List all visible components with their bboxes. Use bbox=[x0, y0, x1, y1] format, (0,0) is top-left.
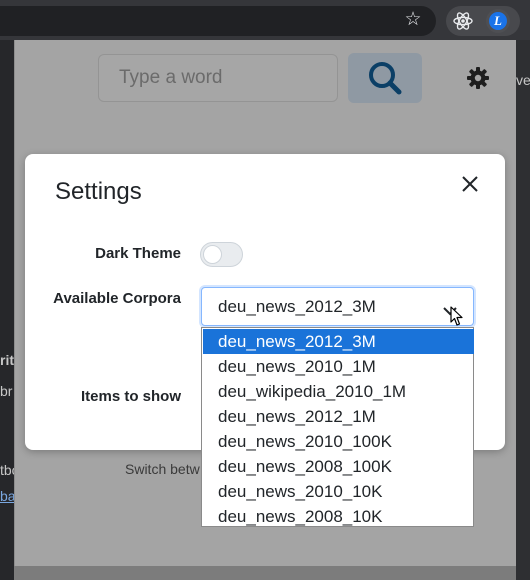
corpora-dropdown-list: deu_news_2012_3M deu_news_2010_1M deu_wi… bbox=[201, 327, 474, 527]
dropdown-option[interactable]: deu_wikipedia_2010_1M bbox=[203, 379, 474, 404]
search-input[interactable]: Type a word bbox=[98, 54, 338, 102]
leo-extension-icon[interactable]: L bbox=[486, 9, 510, 33]
mouse-cursor-icon bbox=[450, 306, 464, 327]
address-bar[interactable] bbox=[0, 6, 436, 36]
dropdown-option[interactable]: deu_news_2008_10K bbox=[203, 504, 474, 529]
items-to-show-label: Items to show bbox=[80, 388, 181, 405]
dark-theme-toggle[interactable] bbox=[200, 242, 243, 267]
toggle-knob bbox=[203, 245, 222, 264]
dropdown-option[interactable]: deu_news_2010_10K bbox=[203, 479, 474, 504]
background-right-strip bbox=[516, 40, 530, 580]
modal-title: Settings bbox=[55, 178, 142, 205]
dark-theme-label: Dark Theme bbox=[95, 245, 181, 262]
dropdown-option[interactable]: deu_news_2012_3M bbox=[203, 329, 474, 354]
corpora-select[interactable]: deu_news_2012_3M bbox=[201, 287, 474, 326]
popup-bottom-edge bbox=[14, 566, 516, 580]
popup-hint-text: Switch betw bbox=[125, 461, 200, 477]
corpora-label: Available Corpora bbox=[53, 290, 181, 307]
dropdown-option[interactable]: deu_news_2010_1M bbox=[203, 354, 474, 379]
background-text-fragment: br bbox=[0, 383, 13, 399]
dropdown-option[interactable]: deu_news_2010_100K bbox=[203, 429, 474, 454]
search-button[interactable] bbox=[348, 53, 422, 103]
gear-icon[interactable] bbox=[464, 64, 492, 92]
background-text-fragment: rit bbox=[0, 352, 14, 368]
search-icon bbox=[369, 62, 402, 95]
corpora-selected-value: deu_news_2012_3M bbox=[218, 297, 376, 316]
close-icon[interactable] bbox=[458, 172, 482, 196]
dropdown-option[interactable]: deu_news_2008_100K bbox=[203, 454, 474, 479]
leo-icon-letter: L bbox=[489, 12, 507, 30]
star-icon[interactable]: ☆ bbox=[402, 9, 424, 31]
background-text-fragment: ve bbox=[516, 72, 530, 88]
react-devtools-icon[interactable] bbox=[452, 10, 474, 32]
dropdown-option[interactable]: deu_news_2012_1M bbox=[203, 404, 474, 429]
